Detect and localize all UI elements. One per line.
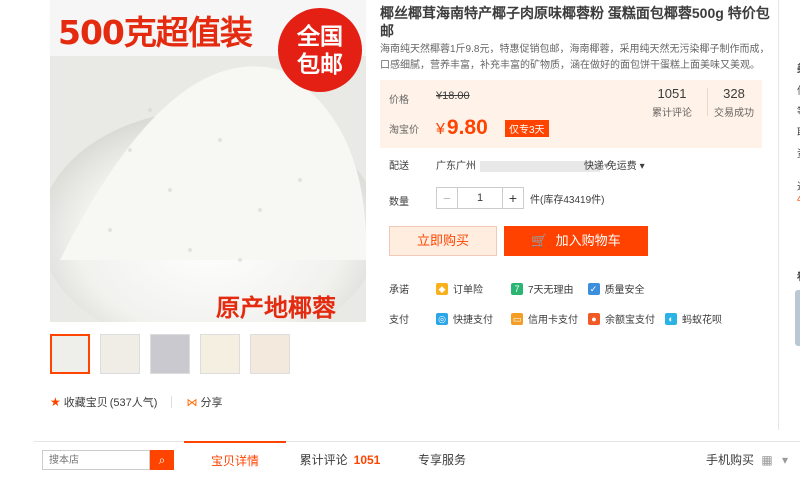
thumbnail-3[interactable] [150,334,190,374]
original-price: ¥18.00 [436,90,470,102]
recommended-product-image[interactable] [795,290,800,346]
shipping-label: 配送 [389,161,409,172]
payment-item-credit[interactable]: 信用卡支付 [528,311,578,326]
favorite-share-bar: ★ 收藏宝贝 (537人气) ⋈ 分享 [50,394,222,410]
favorite-button[interactable]: 收藏宝贝 [64,394,108,410]
sales-count: 328 [723,86,745,101]
chevron-down-icon: ▾ [639,161,645,172]
tab-services[interactable]: 专享服务 [394,442,490,479]
decrease-button[interactable]: − [436,187,458,209]
thumbnail-2[interactable] [100,334,140,374]
share-icon[interactable]: ⋈ [186,396,197,409]
reviews-count: 1051 [657,86,687,101]
tab-reviews-label: 累计评论 [299,453,348,467]
shop-sidebar: 美 信 等 联 资 进 4 看 [778,0,800,430]
origin-caption: 原产地椰蓉 [216,294,336,322]
shipping-method: 快递 免运费 [584,161,637,172]
tab-reviews-count: 1051 [353,453,381,467]
reviews-label: 累计评论 [652,108,692,119]
promise-item-quality[interactable]: 质量安全 [605,281,645,296]
reviews-stat[interactable]: 1051 累计评论 [652,86,692,119]
cart-icon: 🛒 [531,233,548,248]
payment-item-yuebao[interactable]: 余额宝支付 [605,311,655,326]
promise-item-return[interactable]: 7天无理由 [528,281,574,296]
huabei-icon: ◐ [665,312,677,325]
price-box: 价格 ¥18.00 淘宝价 ¥9.80 仅专3天 1051 累计评论 328 交… [380,80,762,148]
currency-symbol: ¥ [436,121,445,138]
divider [171,396,173,408]
star-icon[interactable]: ★ [50,395,61,409]
payment-item-huabei[interactable]: 蚂蚁花呗 [682,311,722,326]
seven-day-return-icon: 7 [511,282,523,295]
increase-button[interactable]: + [502,187,524,209]
shipping-method-select[interactable]: 快递 免运费 ▾ [584,157,645,172]
buy-now-button[interactable]: 立即购买 [389,226,497,256]
add-to-cart-button[interactable]: 🛒 加入购物车 [504,226,648,256]
shop-search-input[interactable] [42,450,150,470]
tab-details[interactable]: 宝贝详情 [184,441,286,480]
badge-line-2: 包邮 [297,51,343,77]
quality-safe-icon: ✓ [587,282,600,295]
stock-count: 件(库存43419件) [530,194,605,206]
badge-line-1: 全国 [297,23,343,49]
taobao-price-label: 淘宝价 [389,125,419,136]
sales-stat: 328 交易成功 [714,86,754,119]
qr-code-icon: ▦ [761,453,773,467]
tab-reviews[interactable]: 累计评论 1051 [288,442,392,479]
free-shipping-badge: 全国 包邮 [278,8,362,92]
quantity-label: 数量 [389,197,409,208]
credit-card-icon: ▭ [511,312,523,325]
product-main-image[interactable]: 500克超值装 全国 包邮 原产地椰蓉 [50,0,366,322]
mobile-purchase-label: 手机购买 [706,453,755,467]
promise-label: 承诺 [389,285,409,296]
stat-divider [707,88,708,116]
mobile-purchase-button[interactable]: 手机购买 ▦ ▾ [706,442,788,479]
payment-row: 支付 ◎ 快捷支付 ▭ 信用卡支付 ● 余额宝支付 ◐ 蚂蚁花呗 [389,311,722,326]
sales-label: 交易成功 [714,108,754,119]
current-price: ¥9.80 [436,116,488,140]
shipping-region: 广东广州 [436,161,476,172]
payment-label: 支付 [389,315,409,326]
chevron-down-icon: ▾ [782,453,789,467]
promise-item-insurance[interactable]: 订单险 [453,281,483,296]
price-label: 价格 [389,95,409,106]
thumbnail-1[interactable] [50,334,90,374]
blurred-address [480,160,600,172]
promo-tag: 仅专3天 [505,120,549,137]
order-insurance-icon: ◆ [436,282,448,295]
promise-row: 承诺 ◆ 订单险 7 7天无理由 ✓ 质量安全 [389,281,645,296]
add-to-cart-label: 加入购物车 [555,233,621,248]
quick-pay-icon: ◎ [436,312,448,325]
promo-banner-text: 500克超值装 [58,13,253,52]
quantity-stepper: − 1 + 件(库存43419件) [436,187,604,209]
thumbnail-5[interactable] [250,334,290,374]
favorite-count: (537人气) [109,397,158,409]
quantity-input[interactable]: 1 [458,187,502,209]
product-description: 海南纯天然椰蓉1斤9.8元，特惠促销包邮，海南椰蓉，采用纯天然无污染椰子制作而成… [380,44,770,71]
payment-item-quick[interactable]: 快捷支付 [453,311,493,326]
thumbnail-strip [50,334,290,374]
thumbnail-4[interactable] [200,334,240,374]
share-button[interactable]: 分享 [200,394,222,410]
current-price-value: 9.80 [446,116,488,139]
yuebao-icon: ● [588,312,600,325]
detail-tab-bar: ⌕ 宝贝详情 累计评论 1051 专享服务 手机购买 ▦ ▾ [34,441,800,480]
product-title: 椰丝椰茸海南特产椰子肉原味椰蓉粉 蛋糕面包椰蓉500g 特价包邮 [380,5,770,39]
search-icon[interactable]: ⌕ [150,450,174,470]
